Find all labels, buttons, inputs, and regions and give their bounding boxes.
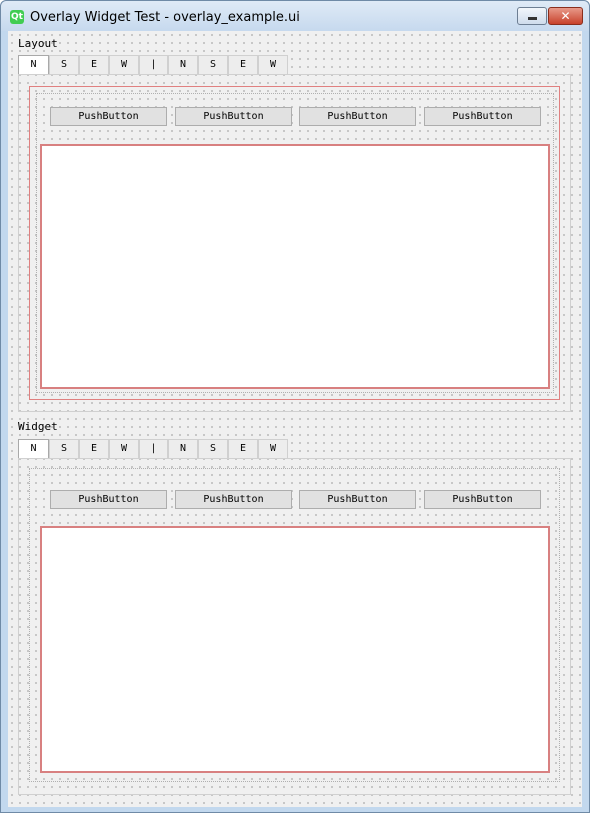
close-icon: ✕ bbox=[560, 9, 571, 23]
section-label-layout: Layout bbox=[18, 37, 58, 50]
tab-separator[interactable]: | bbox=[139, 55, 168, 74]
close-button[interactable]: ✕ bbox=[548, 7, 583, 25]
client-area: Layout N S E W | N S E W PushButton Push… bbox=[8, 31, 582, 807]
text-edit-widget[interactable] bbox=[40, 526, 550, 773]
text-edit-layout[interactable] bbox=[40, 144, 550, 389]
window-title: Overlay Widget Test - overlay_example.ui bbox=[30, 10, 300, 25]
tab-w[interactable]: W bbox=[258, 439, 288, 458]
tab-n[interactable]: N bbox=[18, 55, 49, 75]
tab-e[interactable]: E bbox=[228, 55, 258, 74]
tab-n[interactable]: N bbox=[168, 55, 198, 74]
tab-s[interactable]: S bbox=[198, 439, 228, 458]
tab-s[interactable]: S bbox=[198, 55, 228, 74]
tab-n[interactable]: N bbox=[18, 439, 49, 459]
tab-w[interactable]: W bbox=[109, 55, 139, 74]
push-button-2[interactable]: PushButton bbox=[175, 107, 292, 126]
push-button-1[interactable]: PushButton bbox=[50, 107, 167, 126]
title-bar[interactable]: Qt Overlay Widget Test - overlay_example… bbox=[1, 1, 589, 31]
tab-bar-layout: N S E W | N S E W bbox=[18, 55, 288, 75]
push-button-2[interactable]: PushButton bbox=[175, 490, 292, 509]
tab-w[interactable]: W bbox=[109, 439, 139, 458]
push-button-3[interactable]: PushButton bbox=[299, 490, 416, 509]
qt-app-icon: Qt bbox=[10, 10, 24, 24]
tab-s[interactable]: S bbox=[49, 55, 79, 74]
tab-e[interactable]: E bbox=[79, 439, 109, 458]
tab-e[interactable]: E bbox=[79, 55, 109, 74]
push-button-1[interactable]: PushButton bbox=[50, 490, 167, 509]
tab-s[interactable]: S bbox=[49, 439, 79, 458]
push-button-4[interactable]: PushButton bbox=[424, 107, 541, 126]
push-button-4[interactable]: PushButton bbox=[424, 490, 541, 509]
tab-bar-widget: N S E W | N S E W bbox=[18, 439, 288, 459]
tab-e[interactable]: E bbox=[228, 439, 258, 458]
tab-n[interactable]: N bbox=[168, 439, 198, 458]
minimize-icon bbox=[528, 17, 537, 20]
tab-w[interactable]: W bbox=[258, 55, 288, 74]
minimize-button[interactable] bbox=[517, 7, 547, 25]
tab-separator[interactable]: | bbox=[139, 439, 168, 458]
push-button-3[interactable]: PushButton bbox=[299, 107, 416, 126]
section-label-widget: Widget bbox=[18, 420, 58, 433]
main-window: Qt Overlay Widget Test - overlay_example… bbox=[0, 0, 590, 813]
